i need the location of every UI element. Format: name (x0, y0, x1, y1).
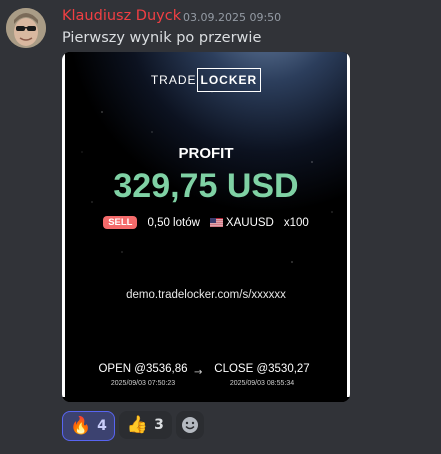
symbol: XAUUSD (209, 216, 274, 229)
close-time: 2025/09/03 08:55:34 (229, 380, 295, 387)
brand-prefix: TRADE (150, 73, 197, 87)
tradelocker-logo: TRADE LOCKER (62, 68, 350, 92)
add-reaction-button[interactable] (175, 411, 204, 439)
open-price: OPEN @3536,86 (98, 363, 188, 375)
message-timestamp: 03.09.2025 09:50 (183, 11, 282, 24)
us-flag-icon (209, 217, 223, 227)
profit-label: PROFIT (178, 145, 234, 162)
reaction-thumbs-up[interactable]: 👍 3 (118, 411, 172, 439)
reaction-count: 4 (97, 418, 107, 434)
avatar[interactable] (6, 8, 46, 48)
lot-size: 0,50 lotów (147, 216, 200, 229)
reaction-fire[interactable]: 🔥 4 (62, 411, 115, 441)
thumbs-up-icon: 👍 (126, 415, 149, 435)
sell-badge: SELL (103, 216, 138, 229)
reactions-bar: 🔥 4 👍 3 (62, 411, 204, 441)
avatar-image (6, 8, 46, 48)
trade-result-image[interactable]: TRADE LOCKER PROFIT 329,75 USD SELL 0,50 … (62, 52, 350, 402)
arrow-right-icon: → (194, 367, 203, 378)
fire-icon: 🔥 (70, 416, 92, 436)
share-link: demo.tradelocker.com/s/xxxxxx (126, 289, 286, 301)
close-info: CLOSE @3530,27 2025/09/03 08:55:34 (214, 363, 310, 387)
open-time: 2025/09/03 07:50:23 (110, 380, 176, 387)
profit-value: 329,75 USD (113, 167, 299, 205)
username[interactable]: Klaudiusz Duyck (62, 8, 181, 24)
trade-details: SELL 0,50 lotów XAUUSD x100 (62, 216, 350, 229)
open-info: OPEN @3536,86 2025/09/03 07:50:23 (95, 363, 191, 387)
smiley-icon (181, 417, 198, 433)
leverage: x100 (283, 216, 309, 229)
message-text: Pierwszy wynik po przerwie (62, 30, 262, 46)
close-price: CLOSE @3530,27 (214, 363, 310, 375)
reaction-count: 3 (154, 417, 164, 433)
symbol-text: XAUUSD (225, 216, 274, 229)
brand-suffix: LOCKER (196, 68, 262, 92)
